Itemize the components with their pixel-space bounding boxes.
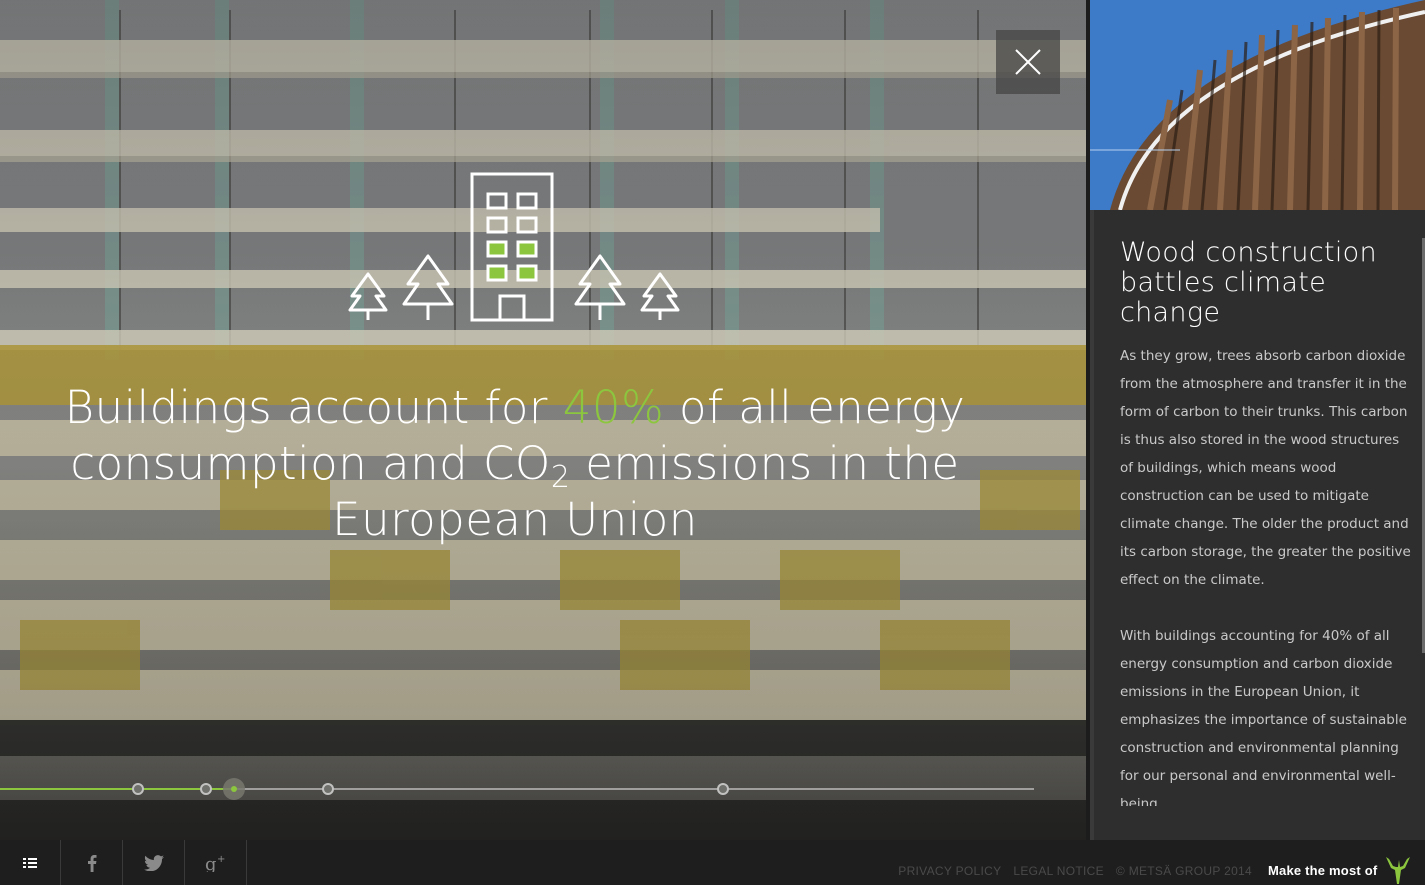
article-paragraph: With buildings accounting for 40% of all… [1120, 628, 1407, 806]
article-paragraph: As they grow, trees absorb carbon dioxid… [1120, 348, 1411, 588]
headline-text: Buildings account for [64, 381, 563, 434]
headline-highlight: 40% [562, 381, 665, 434]
close-icon [1015, 49, 1041, 75]
timeline-node[interactable] [132, 783, 144, 795]
headline-subscript: 2 [550, 460, 571, 495]
facebook-icon [87, 854, 96, 872]
menu-icon [23, 857, 37, 868]
privacy-policy-link[interactable]: PRIVACY POLICY [898, 864, 1001, 878]
timeline[interactable] [0, 775, 1040, 803]
article-panel: Wood construction battles climate change… [1090, 210, 1425, 840]
timeline-node[interactable] [322, 783, 334, 795]
copyright-text: © METSÄ GROUP 2014 [1115, 864, 1252, 878]
brand-tagline: Make the most of [1268, 863, 1378, 878]
timeline-node[interactable] [717, 783, 729, 795]
article-body: As they grow, trees absorb carbon dioxid… [1120, 342, 1416, 806]
infographic-icons [348, 172, 680, 322]
menu-button[interactable] [0, 840, 61, 885]
svg-text:g: g [205, 854, 217, 872]
tree-icon [402, 254, 454, 320]
twitter-button[interactable] [123, 840, 185, 885]
twitter-icon [143, 854, 164, 871]
footer: g + PRIVACY POLICY LEGAL NOTICE © METSÄ GR… [0, 840, 1425, 885]
tree-icon [348, 272, 388, 320]
google-plus-icon: g + [205, 854, 225, 872]
building-icon [470, 172, 554, 322]
metsa-logo[interactable] [1383, 856, 1413, 884]
tree-icon [640, 272, 680, 320]
timeline-current-node[interactable] [223, 778, 245, 800]
facebook-button[interactable] [61, 840, 123, 885]
close-button[interactable] [996, 30, 1060, 94]
footer-links: PRIVACY POLICY LEGAL NOTICE © METSÄ GROUP … [898, 864, 1252, 878]
timeline-node[interactable] [200, 783, 212, 795]
tree-icon [574, 254, 626, 320]
legal-notice-link[interactable]: LEGAL NOTICE [1013, 864, 1104, 878]
article-photo [1090, 0, 1425, 210]
headline: Buildings account for 40% of all energy … [60, 380, 970, 548]
wooden-building-image [1090, 0, 1425, 210]
article-title: Wood construction battles climate change [1120, 237, 1377, 328]
google-plus-button[interactable]: g + [185, 840, 247, 885]
svg-text:+: + [217, 854, 225, 865]
